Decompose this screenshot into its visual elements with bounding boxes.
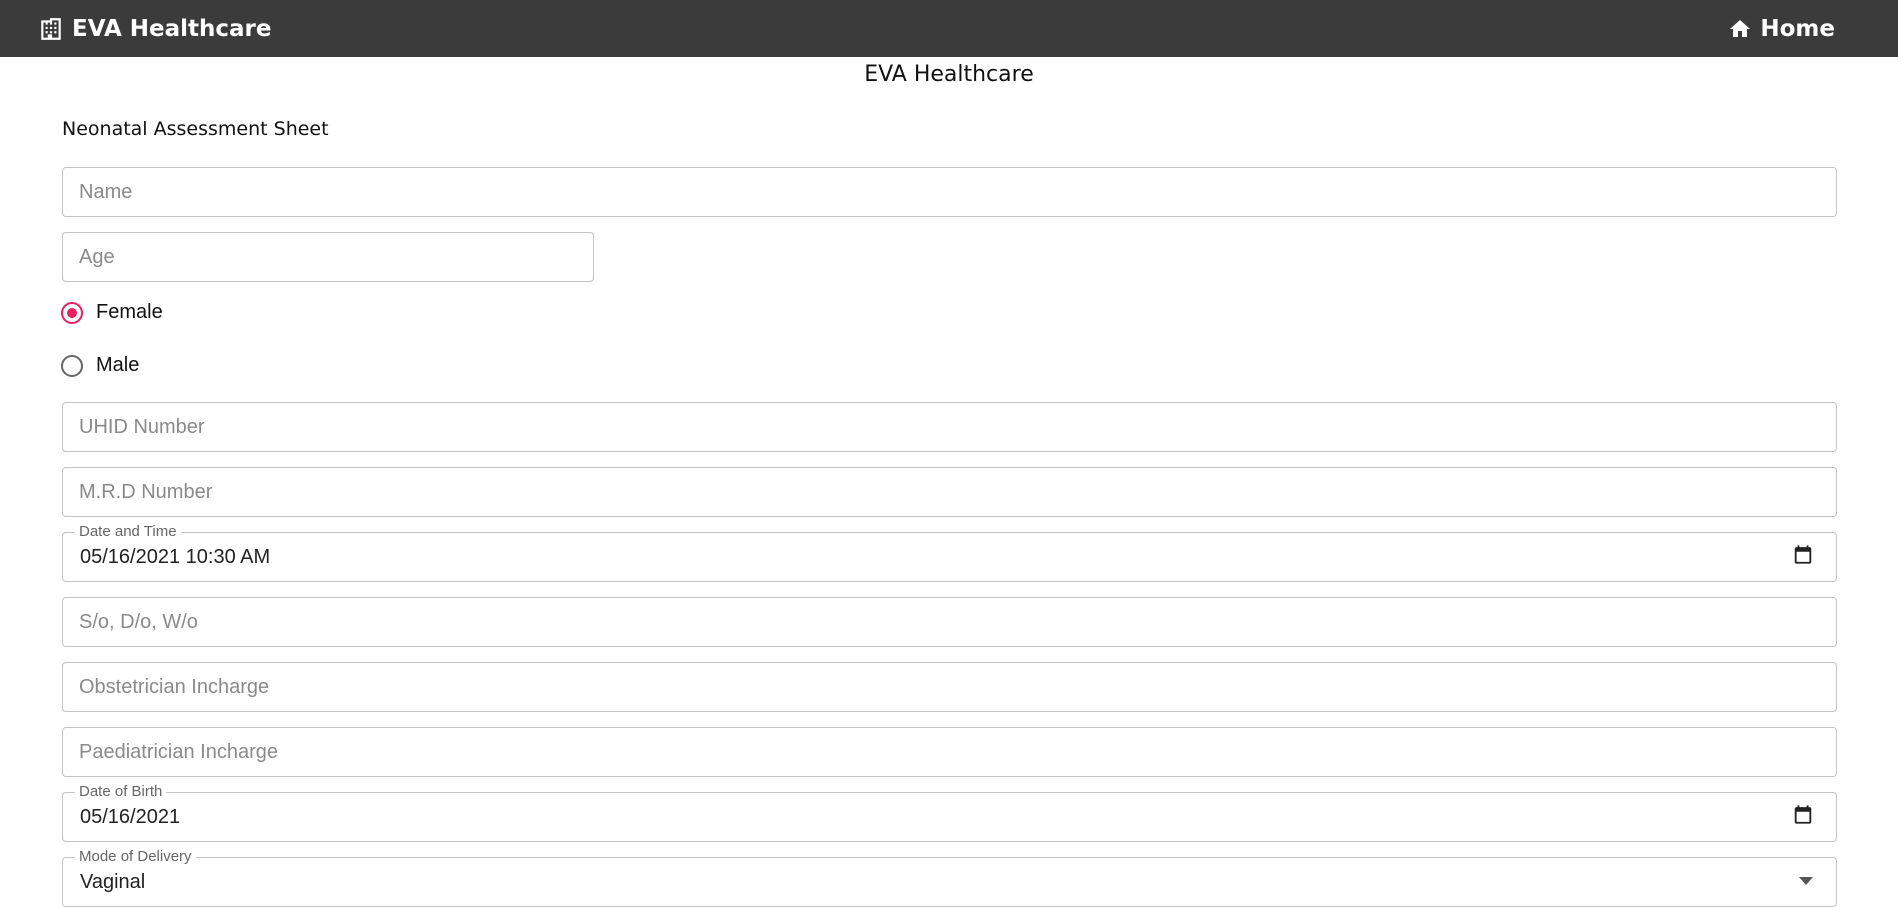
mrd-input[interactable] xyxy=(79,468,1820,516)
name-input[interactable] xyxy=(79,168,1820,216)
home-button[interactable]: Home xyxy=(1728,16,1835,42)
gender-option-male[interactable]: Male xyxy=(61,354,139,377)
home-label: Home xyxy=(1760,15,1835,42)
obstetrician-input[interactable] xyxy=(79,663,1820,711)
female-radio[interactable] xyxy=(61,301,83,324)
delivery-mode-select[interactable]: Mode of Delivery Vaginal xyxy=(62,848,1837,907)
age-field xyxy=(62,232,594,282)
age-input[interactable] xyxy=(79,233,577,281)
calendar-icon[interactable] xyxy=(1792,804,1814,831)
obstetrician-field xyxy=(62,662,1837,712)
hospital-icon xyxy=(38,16,64,42)
male-label: Male xyxy=(96,354,140,376)
female-label: Female xyxy=(96,301,163,323)
male-radio[interactable] xyxy=(61,354,83,377)
date-time-field[interactable]: Date and Time 05/16/2021 10:30 AM xyxy=(62,523,1837,582)
paediatrician-field xyxy=(62,727,1837,777)
relation-input[interactable] xyxy=(79,598,1820,646)
relation-field xyxy=(62,597,1837,647)
page-title: EVA Healthcare xyxy=(864,62,1034,87)
dob-field[interactable]: Date of Birth 05/16/2021 xyxy=(62,783,1837,842)
app-bar: EVA Healthcare Home xyxy=(0,0,1898,57)
gender-option-female[interactable]: Female xyxy=(61,301,163,324)
dob-value[interactable]: 05/16/2021 xyxy=(80,793,1821,841)
date-time-value[interactable]: 05/16/2021 10:30 AM xyxy=(80,533,1821,581)
mrd-field xyxy=(62,467,1837,517)
home-icon xyxy=(1728,17,1752,41)
uhid-input[interactable] xyxy=(79,403,1820,451)
form-title: Neonatal Assessment Sheet xyxy=(62,118,329,140)
brand-link[interactable]: EVA Healthcare xyxy=(38,16,271,42)
delivery-mode-value[interactable]: Vaginal xyxy=(80,858,1821,906)
uhid-field xyxy=(62,402,1837,452)
paediatrician-input[interactable] xyxy=(79,728,1820,776)
calendar-icon[interactable] xyxy=(1792,544,1814,571)
brand-title: EVA Healthcare xyxy=(72,15,272,42)
name-field xyxy=(62,167,1837,217)
dropdown-arrow-icon[interactable] xyxy=(1798,873,1814,891)
